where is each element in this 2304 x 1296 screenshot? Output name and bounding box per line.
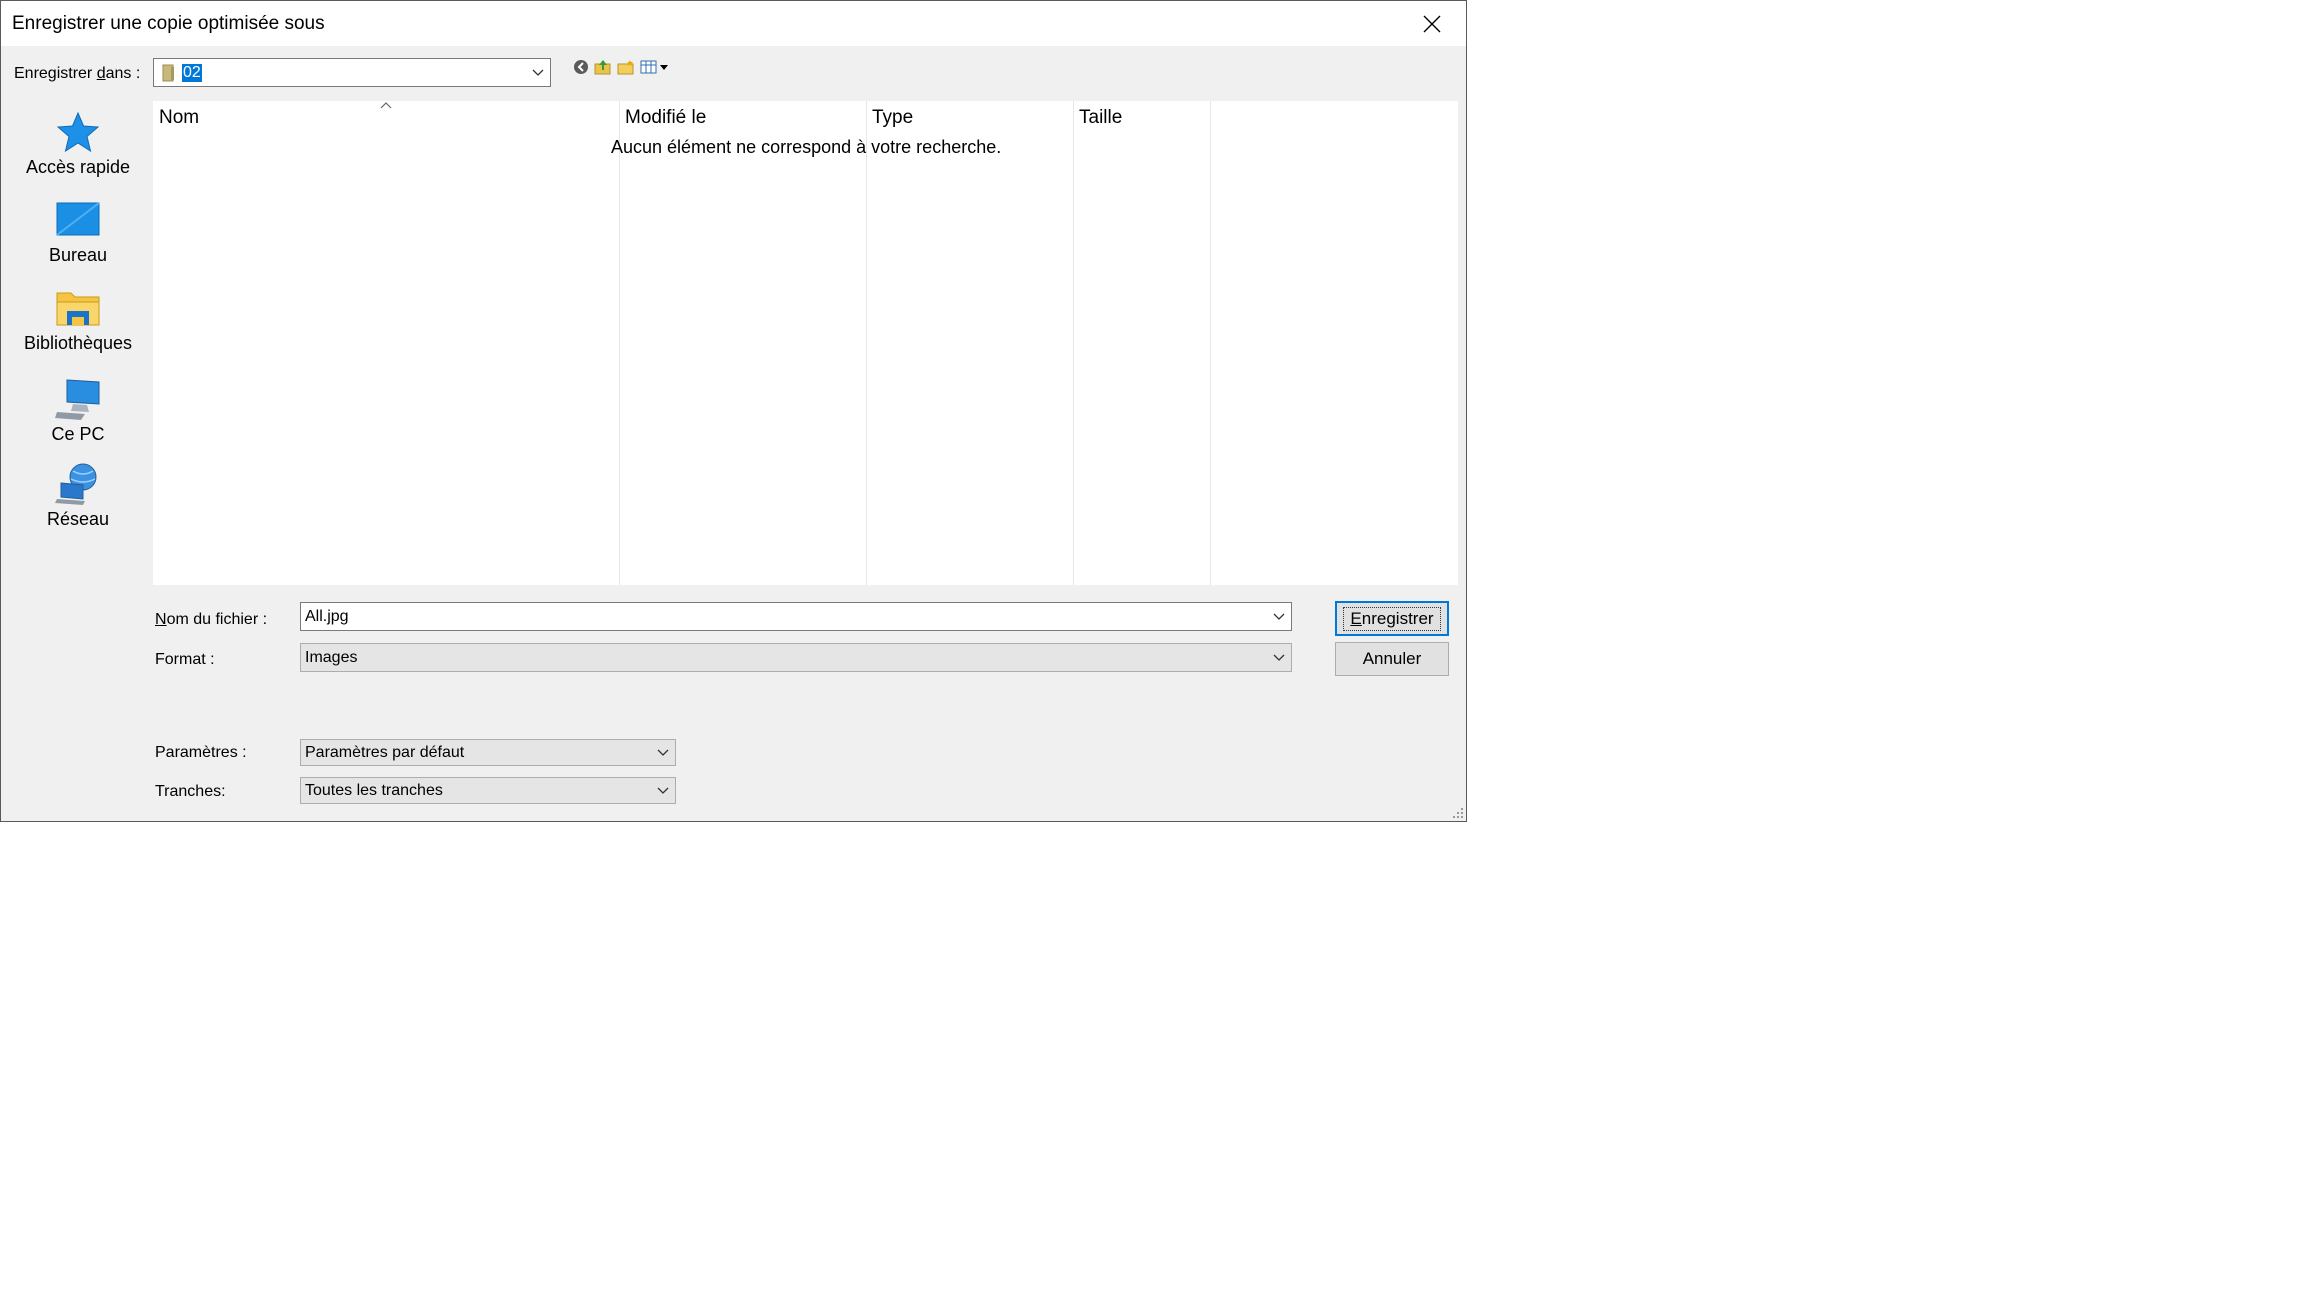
empty-message: Aucun élément ne correspond à votre rech… — [611, 137, 1002, 157]
filename-field[interactable]: All.jpg — [300, 602, 1292, 631]
folder-icon — [162, 64, 174, 81]
libraries-icon — [56, 292, 100, 326]
cancel-button[interactable]: Annuler — [1335, 642, 1449, 676]
column-header-modified[interactable]: Modifié le — [625, 107, 706, 129]
view-menu-button[interactable] — [640, 59, 670, 75]
new-folder-button[interactable] — [617, 59, 635, 75]
column-divider — [619, 101, 620, 585]
nav-toolbar — [573, 59, 670, 75]
settings-label: Paramètres : — [155, 744, 247, 761]
format-select[interactable]: Images — [300, 643, 1292, 672]
new-folder-icon — [617, 60, 634, 75]
desktop-icon — [56, 202, 100, 236]
save-button[interactable]: Enregistrer — [1335, 601, 1449, 636]
column-divider — [1210, 101, 1211, 585]
dialog-title: Enregistrer une copie optimisée sous — [12, 13, 325, 34]
title-bar: Enregistrer une copie optimisée sous — [1, 1, 1466, 46]
star-icon — [56, 111, 100, 153]
format-value: Images — [305, 648, 358, 666]
resize-grip-icon[interactable] — [1452, 807, 1464, 819]
save-dialog: Enregistrer une copie optimisée sous Enr… — [0, 0, 1467, 822]
sort-ascending-icon — [380, 102, 392, 109]
column-divider — [1073, 101, 1074, 585]
column-header-type[interactable]: Type — [872, 107, 913, 129]
up-folder-icon — [594, 60, 611, 75]
up-folder-button[interactable] — [594, 59, 612, 75]
back-button[interactable] — [573, 59, 589, 75]
location-value: 02 — [182, 63, 202, 82]
filename-value: All.jpg — [305, 607, 349, 625]
format-label: Format : — [155, 651, 215, 668]
place-network[interactable]: Réseau — [6, 461, 150, 530]
back-icon — [574, 60, 588, 74]
network-icon — [55, 463, 97, 505]
chevron-down-icon — [532, 69, 544, 76]
chevron-down-icon — [657, 749, 669, 756]
computer-icon — [55, 379, 100, 420]
chevron-down-icon — [1273, 613, 1285, 620]
location-combo[interactable]: 02 — [153, 58, 551, 87]
place-desktop[interactable]: Bureau — [6, 201, 150, 266]
place-quick-access[interactable]: Accès rapide — [6, 111, 150, 178]
filename-label: Nom du fichier : — [155, 611, 268, 628]
places-bar: Accès rapide Bureau Bibliothèques Ce PC … — [6, 101, 144, 713]
settings-value: Paramètres par défaut — [305, 743, 465, 761]
file-list[interactable]: Nom Modifié le Type Taille Aucun élément… — [153, 101, 1458, 585]
place-libraries[interactable]: Bibliothèques — [6, 289, 150, 354]
column-divider — [866, 101, 867, 585]
chevron-down-icon — [657, 787, 669, 794]
close-icon — [1423, 15, 1441, 32]
location-label: Enregistrer dans : — [14, 65, 141, 82]
settings-select[interactable]: Paramètres par défaut — [300, 739, 676, 766]
slices-value: Toutes les tranches — [305, 781, 443, 799]
close-button[interactable] — [1398, 1, 1466, 46]
slices-select[interactable]: Toutes les tranches — [300, 777, 676, 804]
column-header-name[interactable]: Nom — [159, 107, 199, 129]
slices-label: Tranches: — [155, 783, 226, 800]
place-this-pc[interactable]: Ce PC — [6, 376, 150, 445]
column-header-size[interactable]: Taille — [1079, 107, 1122, 129]
chevron-down-icon — [1273, 654, 1285, 661]
view-menu-icon — [640, 60, 668, 74]
